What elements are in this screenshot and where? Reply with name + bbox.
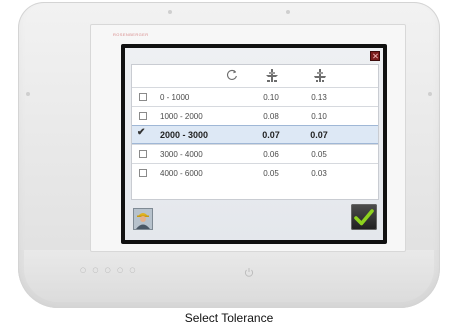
- tolerance-cell-2: 0.13: [311, 93, 327, 102]
- row-checkbox[interactable]: [139, 112, 147, 120]
- tolerance-cell-2: 0.05: [311, 150, 327, 159]
- screw: [428, 92, 432, 96]
- table-row[interactable]: 4000 - 6000 0.05 0.03: [132, 163, 378, 182]
- screw: [168, 10, 172, 14]
- checkmark-icon: ✔: [137, 127, 146, 138]
- tolerance-cell-1: 0.08: [263, 112, 279, 121]
- range-cell: 2000 - 3000: [160, 130, 209, 140]
- display-frame: 0 - 1000 0.10 0.13 1000 - 2000 0.08 0.10…: [121, 44, 387, 244]
- range-cell: 1000 - 2000: [160, 112, 203, 121]
- cutter-icon-1: [266, 69, 278, 82]
- tolerance-cell-2: 0.03: [311, 169, 327, 178]
- screen-bezel: ROSENBERGER 0 - 1000 0.10 0.13 1000 - 20…: [90, 24, 406, 252]
- tolerance-cell-1: 0.06: [263, 150, 279, 159]
- device-bottom-band: [24, 250, 434, 302]
- close-button[interactable]: [370, 51, 380, 61]
- tolerance-table: 0 - 1000 0.10 0.13 1000 - 2000 0.08 0.10…: [131, 64, 379, 200]
- range-cell: 0 - 1000: [160, 93, 190, 102]
- table-row[interactable]: 1000 - 2000 0.08 0.10: [132, 106, 378, 125]
- screw: [286, 10, 290, 14]
- device-housing: ROSENBERGER 0 - 1000 0.10 0.13 1000 - 20…: [18, 2, 440, 308]
- row-checkbox[interactable]: [139, 150, 147, 158]
- tolerance-cell-1: 0.07: [262, 130, 280, 140]
- checkmark-icon: [354, 209, 374, 226]
- tolerance-cell-2: 0.07: [310, 130, 328, 140]
- range-cell: 3000 - 4000: [160, 150, 203, 159]
- table-row-selected[interactable]: ✔ 2000 - 3000 0.07 0.07: [132, 125, 378, 144]
- screw: [26, 92, 30, 96]
- row-checkbox[interactable]: [139, 93, 147, 101]
- row-checkbox[interactable]: [139, 169, 147, 177]
- status-leds: ○ ○ ○ ○ ○: [80, 266, 138, 274]
- tolerance-cell-2: 0.10: [311, 112, 327, 121]
- power-icon[interactable]: [244, 267, 254, 277]
- brand-logo: ROSENBERGER: [113, 32, 149, 37]
- table-row[interactable]: 0 - 1000 0.10 0.13: [132, 87, 378, 106]
- rotate-icon: [227, 69, 237, 80]
- cutter-icon-2: [314, 69, 326, 82]
- lcd-screen: 0 - 1000 0.10 0.13 1000 - 2000 0.08 0.10…: [125, 48, 383, 240]
- tolerance-cell-1: 0.05: [263, 169, 279, 178]
- table-row[interactable]: 3000 - 4000 0.06 0.05: [132, 144, 378, 163]
- user-button[interactable]: [133, 208, 153, 230]
- confirm-button[interactable]: [351, 204, 377, 230]
- caption: Select Tolerance: [184, 311, 274, 325]
- tolerance-cell-1: 0.10: [263, 93, 279, 102]
- operator-icon: [136, 213, 150, 229]
- range-cell: 4000 - 6000: [160, 169, 203, 178]
- table-header: [132, 65, 378, 87]
